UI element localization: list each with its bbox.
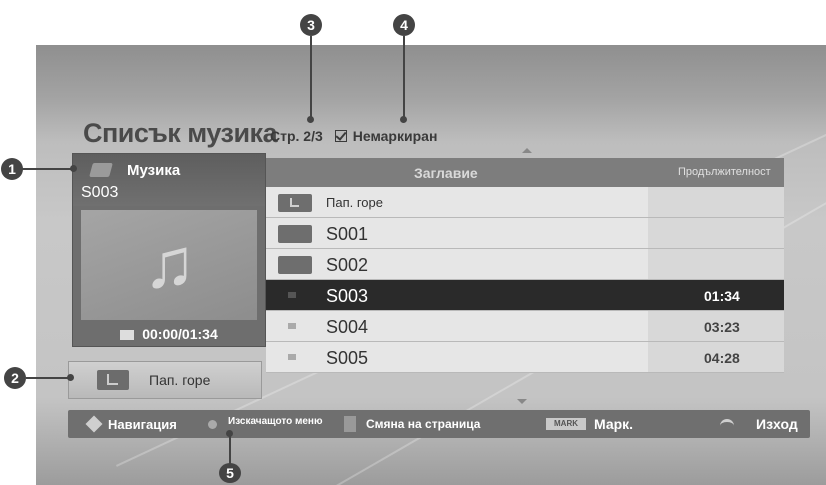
album-art: ♫	[81, 210, 257, 320]
footer-popup-menu: Изскачащото меню	[228, 416, 323, 427]
item-name: S004	[326, 317, 369, 337]
callout-3: 3	[300, 14, 322, 36]
footer-mark: Марк.	[594, 416, 634, 432]
unmarked-label: Немаркиран	[352, 128, 438, 144]
mark-key-icon: MARK	[546, 418, 586, 430]
callout-2: 2	[4, 367, 26, 389]
music-folder-icon	[89, 163, 113, 177]
scroll-up-icon[interactable]	[522, 148, 532, 153]
playback-time-text: 00:00/01:34	[142, 326, 218, 342]
navigation-icon	[85, 415, 103, 433]
list-item[interactable]: S001	[266, 218, 784, 249]
current-file: S003	[81, 184, 119, 201]
music-file-icon	[288, 354, 296, 360]
footer-navigation: Навигация	[108, 417, 177, 432]
item-duration: 04:28	[704, 350, 740, 366]
folder-up-label: Пап. горе	[149, 372, 211, 388]
music-note-icon: ♫	[143, 224, 196, 302]
footer-page-change: Смяна на страница	[366, 417, 481, 431]
music-file-icon	[288, 323, 296, 329]
callout-4: 4	[393, 14, 415, 36]
file-list: Заглавие Продължителност Пап. горе S001 …	[266, 158, 784, 373]
item-name: Пап. горе	[326, 195, 383, 210]
item-name: S005	[326, 348, 369, 368]
page-number: Стр. 2/3	[270, 128, 323, 144]
checkbox-icon[interactable]	[334, 130, 347, 142]
category-label: Музика	[127, 162, 181, 179]
footer-exit: Изход	[756, 416, 798, 432]
item-duration: 03:23	[704, 319, 740, 335]
callout-5: 5	[219, 463, 241, 483]
folder-icon	[278, 225, 312, 243]
item-name: S001	[326, 224, 369, 244]
folder-up-icon	[97, 370, 129, 390]
list-item[interactable]: S004 03:23	[266, 311, 784, 342]
exit-icon	[720, 419, 734, 430]
now-playing-panel: Музика S003 ♫ 00:00/01:34	[72, 153, 266, 347]
list-item[interactable]: S002	[266, 249, 784, 280]
list-item-selected[interactable]: S003 01:34	[266, 280, 784, 311]
stop-icon	[120, 330, 135, 341]
column-title: Заглавие	[414, 165, 478, 181]
now-playing-header: Музика S003	[73, 154, 265, 206]
ok-button-icon	[208, 420, 217, 429]
page-title: Списък музика	[83, 118, 278, 148]
item-duration: 01:34	[704, 288, 740, 304]
item-name: S002	[326, 255, 369, 275]
page-info: Стр. 2/3 Немаркиран	[270, 128, 437, 144]
column-duration: Продължителност	[678, 166, 771, 178]
music-file-icon	[288, 292, 296, 298]
list-header: Заглавие Продължителност	[266, 158, 784, 187]
callout-1: 1	[1, 158, 23, 180]
folder-up-button[interactable]: Пап. горе	[68, 361, 262, 399]
footer-bar: Навигация Изскачащото меню Смяна на стра…	[68, 410, 810, 438]
folder-up-icon	[278, 194, 312, 212]
folder-icon	[278, 256, 312, 274]
list-item[interactable]: Пап. горе	[266, 187, 784, 218]
scroll-down-icon[interactable]	[517, 399, 527, 404]
list-item[interactable]: S005 04:28	[266, 342, 784, 373]
item-name: S003	[326, 286, 369, 306]
playback-time: 00:00/01:34	[73, 326, 265, 342]
page-key-icon	[344, 416, 356, 432]
